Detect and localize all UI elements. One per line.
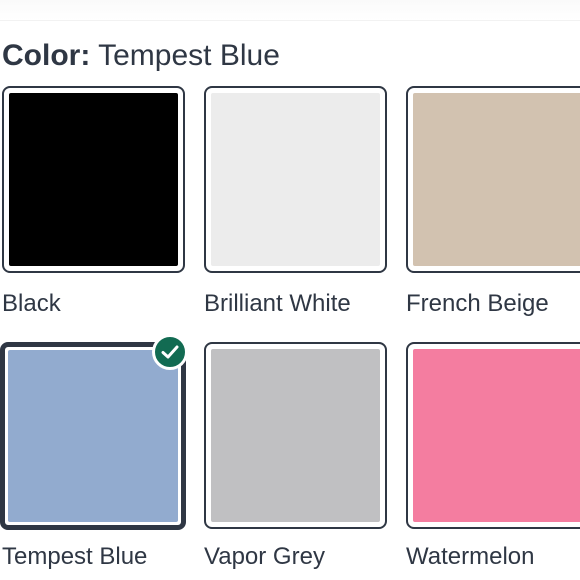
swatch-color-tempest-blue: [8, 350, 178, 522]
swatch-label-watermelon: Watermelon: [406, 543, 535, 570]
swatch-watermelon[interactable]: [406, 342, 580, 529]
swatch-vapor-grey[interactable]: [204, 342, 387, 529]
swatch-tempest-blue[interactable]: [0, 342, 186, 530]
checkmark-icon: [161, 345, 179, 359]
swatch-brilliant-white[interactable]: [204, 86, 387, 273]
swatch-black[interactable]: [2, 86, 185, 273]
swatch-label-brilliant-white: Brilliant White: [204, 290, 351, 317]
swatch-french-beige[interactable]: [406, 86, 580, 273]
color-swatch-grid: Black Brilliant White French Beige Tempe…: [0, 0, 580, 580]
swatch-color-vapor-grey: [211, 349, 380, 522]
selected-checkmark-badge: [152, 334, 188, 370]
swatch-color-brilliant-white: [211, 93, 380, 266]
swatch-color-french-beige: [413, 93, 580, 266]
swatch-label-vapor-grey: Vapor Grey: [204, 543, 325, 570]
swatch-label-black: Black: [2, 290, 61, 317]
swatch-color-black: [9, 93, 178, 266]
swatch-color-watermelon: [413, 349, 580, 522]
swatch-label-french-beige: French Beige: [406, 290, 549, 317]
swatch-label-tempest-blue: Tempest Blue: [2, 543, 148, 570]
